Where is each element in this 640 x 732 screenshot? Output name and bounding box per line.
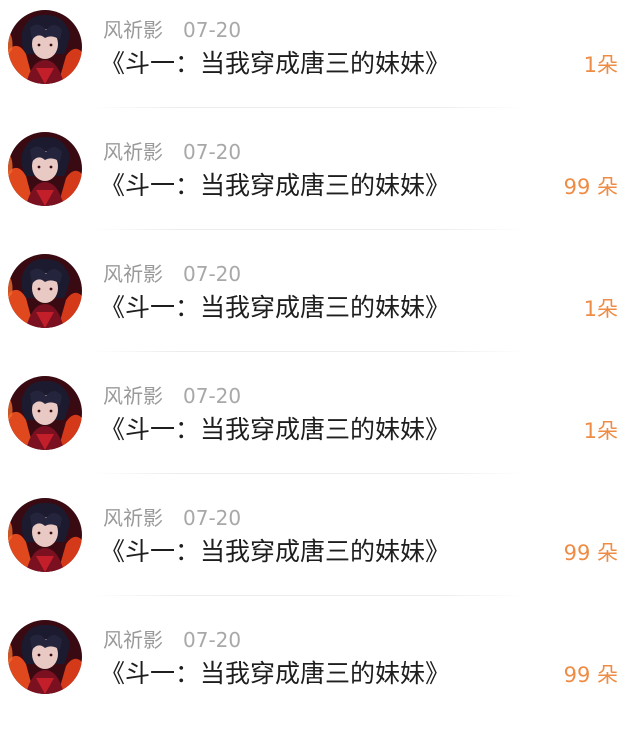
- post-date: 07-20: [183, 506, 242, 530]
- user-avatar-icon[interactable]: [8, 254, 82, 328]
- gift-count: 1朵: [583, 419, 618, 443]
- user-avatar-icon[interactable]: [8, 376, 82, 450]
- book-title[interactable]: 《斗一：当我穿成唐三的妹妹》: [100, 536, 450, 568]
- list-item[interactable]: 风祈影 07-20 《斗一：当我穿成唐三的妹妹》 1朵: [0, 366, 640, 488]
- list-item[interactable]: 风祈影 07-20 《斗一：当我穿成唐三的妹妹》 99 朵: [0, 488, 640, 610]
- book-title[interactable]: 《斗一：当我穿成唐三的妹妹》: [100, 292, 450, 324]
- book-title[interactable]: 《斗一：当我穿成唐三的妹妹》: [100, 414, 450, 446]
- divider: [92, 473, 524, 474]
- gift-count: 99 朵: [563, 175, 618, 199]
- user-avatar-icon[interactable]: [8, 498, 82, 572]
- book-title[interactable]: 《斗一：当我穿成唐三的妹妹》: [100, 658, 450, 690]
- user-name[interactable]: 风祈影: [103, 139, 163, 165]
- user-avatar-icon[interactable]: [8, 132, 82, 206]
- user-name[interactable]: 风祈影: [103, 627, 163, 653]
- list-item[interactable]: 风祈影 07-20 《斗一：当我穿成唐三的妹妹》 99 朵: [0, 610, 640, 732]
- user-name[interactable]: 风祈影: [103, 261, 163, 287]
- divider: [92, 229, 524, 230]
- user-name[interactable]: 风祈影: [103, 17, 163, 43]
- post-date: 07-20: [183, 18, 242, 42]
- post-date: 07-20: [183, 384, 242, 408]
- gift-count: 99 朵: [563, 541, 618, 565]
- list-item[interactable]: 风祈影 07-20 《斗一：当我穿成唐三的妹妹》 99 朵: [0, 122, 640, 244]
- list-item[interactable]: 风祈影 07-20 《斗一：当我穿成唐三的妹妹》 1朵: [0, 0, 640, 122]
- gift-count: 1朵: [583, 297, 618, 321]
- post-date: 07-20: [183, 628, 242, 652]
- book-title[interactable]: 《斗一：当我穿成唐三的妹妹》: [100, 48, 450, 80]
- post-date: 07-20: [183, 140, 242, 164]
- user-name[interactable]: 风祈影: [103, 383, 163, 409]
- divider: [92, 595, 524, 596]
- gift-count: 1朵: [583, 53, 618, 77]
- book-title[interactable]: 《斗一：当我穿成唐三的妹妹》: [100, 170, 450, 202]
- list-item[interactable]: 风祈影 07-20 《斗一：当我穿成唐三的妹妹》 1朵: [0, 244, 640, 366]
- user-avatar-icon[interactable]: [8, 620, 82, 694]
- gift-count: 99 朵: [563, 663, 618, 687]
- user-avatar-icon[interactable]: [8, 10, 82, 84]
- post-date: 07-20: [183, 262, 242, 286]
- divider: [92, 107, 524, 108]
- user-name[interactable]: 风祈影: [103, 505, 163, 531]
- gift-record-list: 风祈影 07-20 《斗一：当我穿成唐三的妹妹》 1朵 风祈影 07-20 《斗…: [0, 0, 640, 701]
- divider: [92, 351, 524, 352]
